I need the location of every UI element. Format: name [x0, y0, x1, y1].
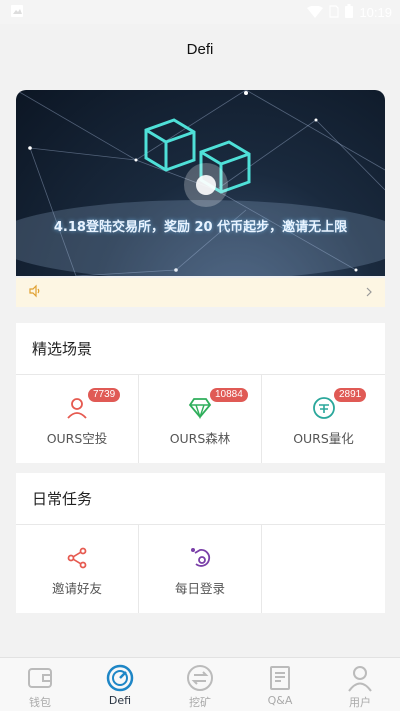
login-icon [191, 547, 211, 567]
tab-mining[interactable]: 挖矿 [160, 658, 240, 711]
image-notification-icon [10, 3, 24, 22]
status-time: 10:19 [359, 4, 392, 20]
tab-qa[interactable]: Q&A [240, 658, 320, 711]
featured-item-forest[interactable]: 10884 OURS森林 [139, 375, 262, 463]
status-bar: 10:19 [0, 0, 400, 24]
person-icon [348, 666, 372, 692]
wallet-icon [28, 668, 52, 688]
daily-grid: 邀请好友 每日登录 [16, 525, 385, 613]
user-icon [67, 397, 87, 419]
tab-defi[interactable]: Defi [80, 658, 160, 711]
promo-banner[interactable]: 4.18登陆交易所，奖励 20 代币起步，邀请无上限 [16, 90, 385, 276]
chevron-right-icon [365, 283, 373, 302]
tab-user[interactable]: 用户 [320, 658, 400, 711]
notice-bar[interactable] [16, 278, 385, 307]
tab-label: Defi [108, 694, 132, 707]
featured-scenes-title: 精选场景 [16, 323, 385, 375]
featured-item-label: OURS森林 [169, 430, 231, 446]
document-icon [270, 666, 290, 690]
coin-icon [312, 396, 335, 419]
exchange-icon [187, 665, 213, 691]
wifi-icon [307, 3, 324, 22]
battery-icon [345, 3, 354, 22]
count-badge: 10884 [210, 388, 248, 402]
banner-text: 4.18登陆交易所，奖励 20 代币起步，邀请无上限 [53, 220, 348, 235]
count-badge: 2891 [334, 388, 367, 402]
daily-item-label: 每日登录 [174, 580, 225, 596]
daily-tasks-card: 日常任务 邀请好友 每日登录 [16, 473, 385, 613]
tab-label: 钱包 [29, 696, 51, 709]
speaker-icon [28, 283, 42, 302]
daily-tasks-title: 日常任务 [16, 473, 385, 525]
tab-wallet[interactable]: 钱包 [0, 658, 80, 711]
share-icon [67, 547, 87, 568]
daily-item-label: 邀请好友 [51, 580, 102, 596]
defi-icon [106, 664, 134, 692]
daily-item-checkin[interactable]: 每日登录 [139, 525, 262, 613]
featured-item-label: OURS空投 [46, 430, 108, 446]
featured-item-quant[interactable]: 2891 OURS量化 [262, 375, 385, 463]
tab-label: 用户 [349, 696, 371, 709]
daily-item-invite[interactable]: 邀请好友 [16, 525, 139, 613]
count-badge: 7739 [88, 388, 121, 402]
bottom-tab-bar: 钱包 Defi 挖矿 Q&A 用户 [0, 657, 400, 711]
tab-label: Q&A [267, 694, 293, 707]
featured-scenes-card: 精选场景 7739 OURS空投 10884 OURS森林 2891 OURS量 [16, 323, 385, 463]
daily-item-empty [262, 525, 385, 613]
diamond-icon [188, 397, 212, 419]
banner-graphic [16, 90, 385, 276]
page-title: Defi [186, 40, 214, 58]
featured-item-airdrop[interactable]: 7739 OURS空投 [16, 375, 139, 463]
featured-grid: 7739 OURS空投 10884 OURS森林 2891 OURS量化 [16, 375, 385, 463]
tab-label: 挖矿 [189, 696, 211, 709]
featured-item-label: OURS量化 [293, 430, 354, 446]
no-sim-icon [329, 3, 340, 22]
